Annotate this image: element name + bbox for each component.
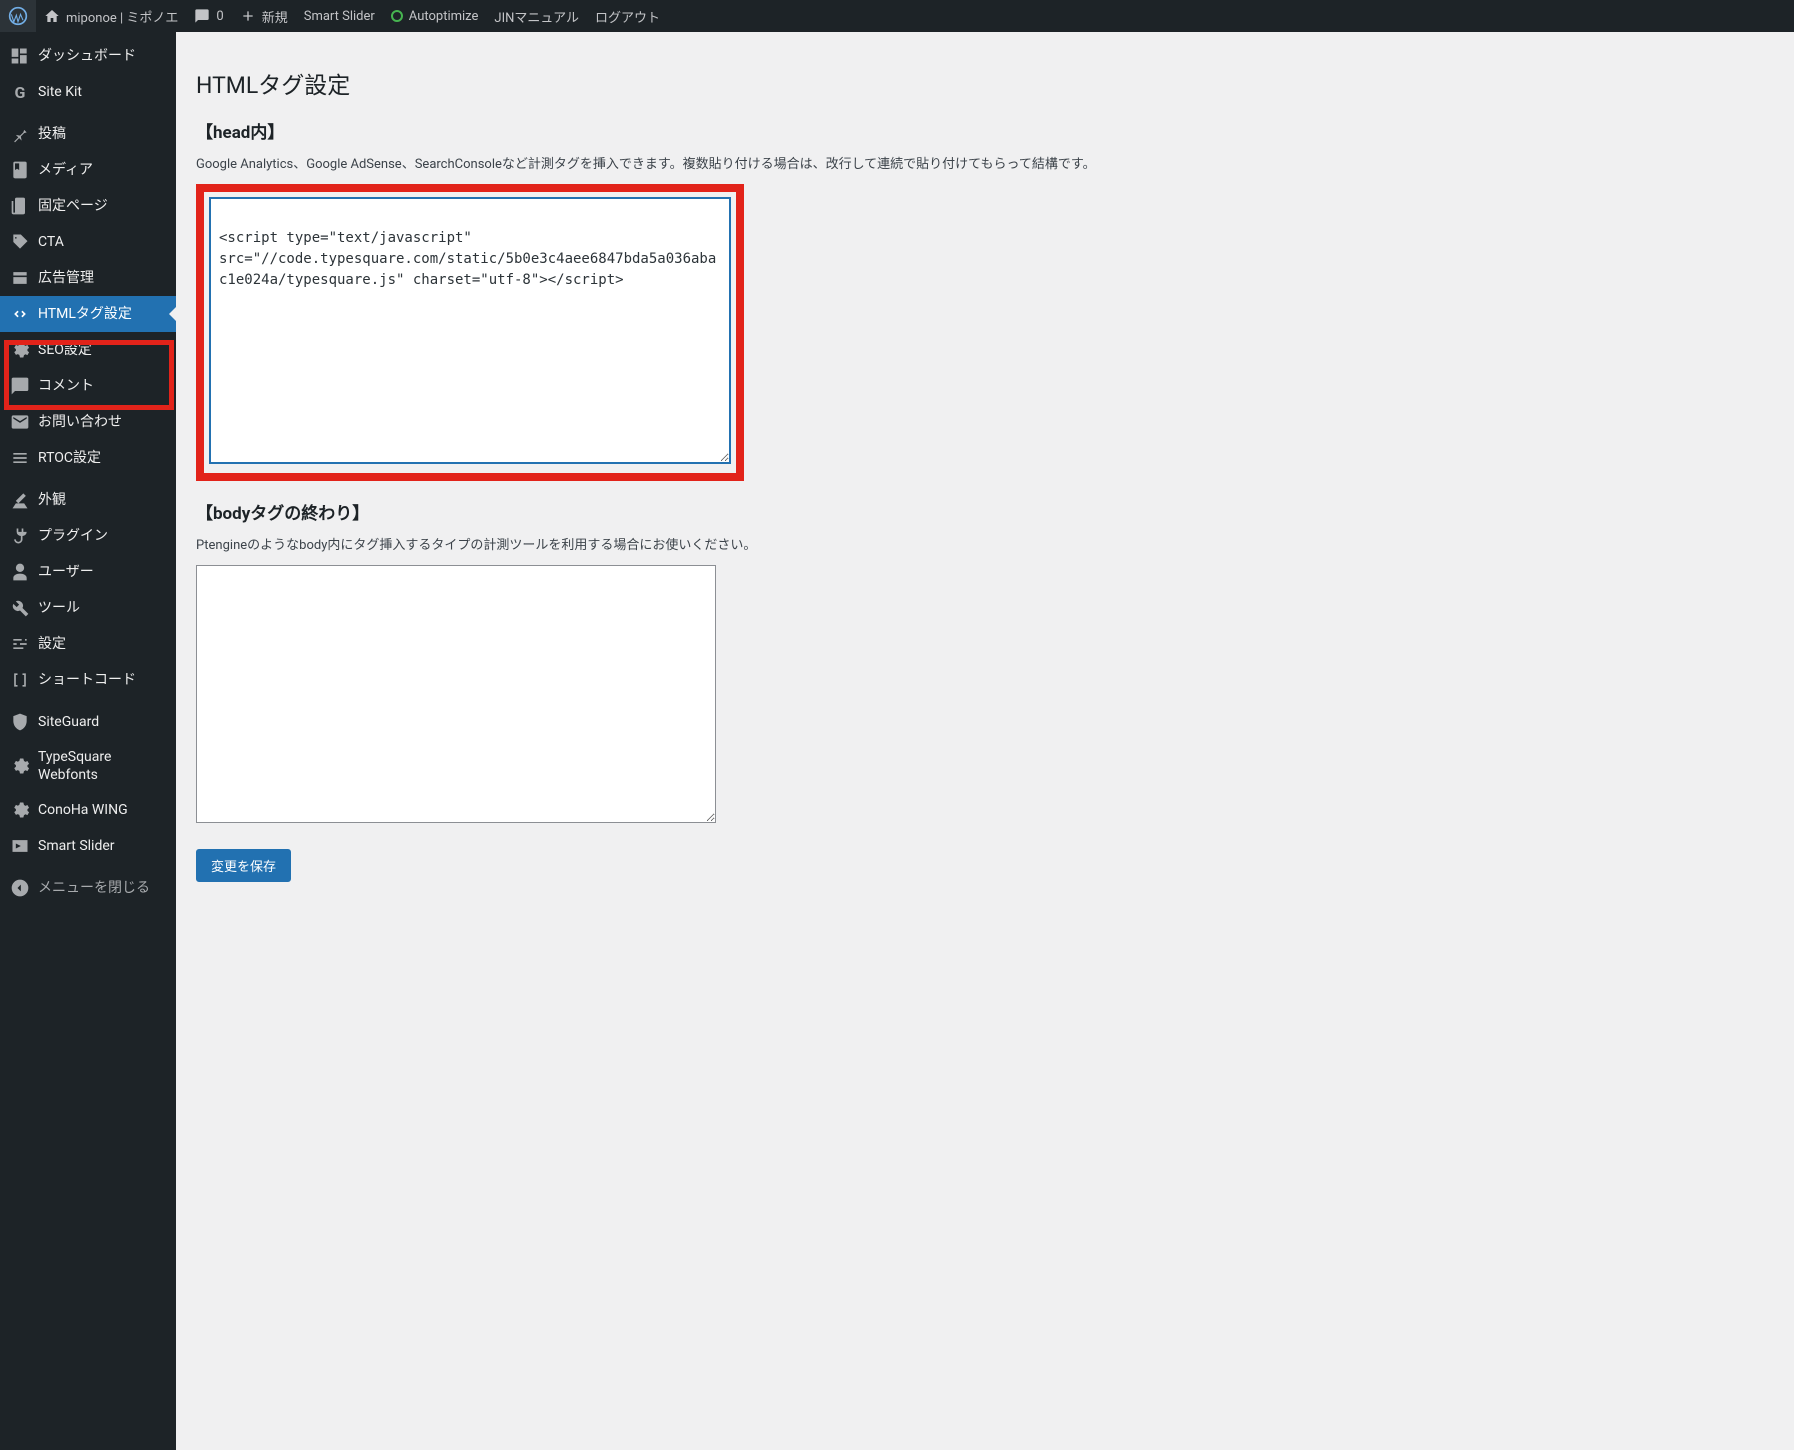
gear-icon (10, 800, 30, 820)
sidebar-item-collapse[interactable]: メニューを閉じる (0, 870, 176, 906)
body-section-desc: Ptengineのようなbody内にタグ挿入するタイプの計測ツールを利用する場合… (196, 534, 1774, 553)
sidebar-item-label: Site Kit (38, 83, 168, 101)
user-icon (10, 562, 30, 582)
sidebar-item-label: メニューを閉じる (38, 879, 168, 897)
site-name: miponoe | ミポノエ (66, 7, 178, 26)
admin-bar: miponoe | ミポノエ 0 新規 Smart Slider Autopti… (0, 0, 1794, 32)
sidebar-item-label: CTA (38, 233, 168, 251)
sidebar-item-label: ツール (38, 599, 168, 617)
collapse-icon (10, 878, 30, 898)
sidebar-item-smartslider[interactable]: Smart Slider (0, 828, 176, 864)
sidebar-item-label: 固定ページ (38, 197, 168, 215)
adminbar-jin-manual[interactable]: JINマニュアル (486, 0, 587, 32)
new-label: 新規 (262, 7, 288, 26)
sidebar-item-media[interactable]: メディア (0, 152, 176, 188)
gear-icon (10, 340, 30, 360)
shield-icon (10, 712, 30, 732)
sidebar-item-label: 外観 (38, 491, 168, 509)
head-textarea[interactable] (210, 198, 730, 463)
brackets-icon (10, 670, 30, 690)
sidebar-item-dashboard[interactable]: ダッシュボード (0, 38, 176, 74)
adminbar-logout[interactable]: ログアウト (587, 0, 668, 32)
tag-icon (10, 232, 30, 252)
highlight-head-textarea (196, 184, 744, 481)
sidebar-item-pin[interactable]: 投稿 (0, 116, 176, 152)
sidebar-item-label: プラグイン (38, 527, 168, 545)
sidebar-item-comment[interactable]: コメント (0, 368, 176, 404)
sidebar-item-label: ConoHa WING (38, 801, 168, 819)
pages-icon (10, 196, 30, 216)
comment-count: 0 (216, 9, 223, 24)
sidebar-item-mail[interactable]: お問い合わせ (0, 404, 176, 440)
head-section-desc: Google Analytics、Google AdSense、SearchCo… (196, 153, 1774, 172)
dashboard-icon (10, 46, 30, 66)
sidebar-item-gear[interactable]: ConoHa WING (0, 792, 176, 828)
home-icon (44, 8, 60, 24)
sidebar-item-label: コメント (38, 377, 168, 395)
sidebar-item-label: ショートコード (38, 671, 168, 689)
page-title: HTMLタグ設定 (196, 66, 1774, 100)
gear-icon (10, 756, 30, 776)
media-icon (10, 160, 30, 180)
sidebar-item-label: SEO設定 (38, 341, 168, 359)
sidebar-item-shield[interactable]: SiteGuard (0, 704, 176, 740)
smartslider-icon (10, 836, 30, 856)
sidebar-item-label: TypeSquare Webfonts (38, 748, 168, 784)
g-icon: G (10, 82, 30, 102)
admin-sidebar: ダッシュボード G Site Kit 投稿メディア固定ページ CTA 広告管理 HTMLタグ… (0, 32, 176, 1450)
site-name-link[interactable]: miponoe | ミポノエ (36, 0, 186, 32)
sidebar-item-tag[interactable]: CTA (0, 224, 176, 260)
content-area: HTMLタグ設定 【head内】 Google Analytics、Google… (176, 32, 1794, 902)
autoptimize-icon (391, 10, 403, 22)
sidebar-item-list[interactable]: RTOC設定 (0, 440, 176, 476)
sidebar-item-card[interactable]: 広告管理 (0, 260, 176, 296)
sidebar-item-label: お問い合わせ (38, 413, 168, 431)
sidebar-item-wrench[interactable]: ツール (0, 590, 176, 626)
sidebar-item-sliders[interactable]: 設定 (0, 626, 176, 662)
head-section-title: 【head内】 (196, 118, 1774, 143)
sidebar-item-label: 投稿 (38, 125, 168, 143)
adminbar-smart-slider[interactable]: Smart Slider (296, 0, 383, 32)
sidebar-item-user[interactable]: ユーザー (0, 554, 176, 590)
sidebar-item-label: SiteGuard (38, 713, 168, 731)
new-content-link[interactable]: 新規 (232, 0, 296, 32)
sidebar-item-plug[interactable]: プラグイン (0, 518, 176, 554)
pin-icon (10, 124, 30, 144)
sliders-icon (10, 634, 30, 654)
code-icon (10, 304, 30, 324)
body-textarea[interactable] (196, 565, 716, 823)
sidebar-item-label: ダッシュボード (38, 47, 168, 65)
sidebar-item-gear[interactable]: TypeSquare Webfonts (0, 740, 176, 792)
plus-icon (240, 8, 256, 24)
sidebar-item-g[interactable]: G Site Kit (0, 74, 176, 110)
sidebar-item-label: Smart Slider (38, 837, 168, 855)
comment-icon (10, 376, 30, 396)
save-button[interactable]: 変更を保存 (196, 849, 291, 882)
plug-icon (10, 526, 30, 546)
sidebar-item-label: メディア (38, 161, 168, 179)
comment-icon (194, 8, 210, 24)
list-icon (10, 448, 30, 468)
sidebar-item-label: RTOC設定 (38, 449, 168, 467)
brush-icon (10, 490, 30, 510)
wp-logo[interactable] (0, 0, 36, 32)
sidebar-item-label: HTMLタグ設定 (38, 305, 168, 323)
sidebar-item-label: 設定 (38, 635, 168, 653)
comments-link[interactable]: 0 (186, 0, 231, 32)
body-section-title: 【bodyタグの終わり】 (196, 499, 1774, 524)
card-icon (10, 268, 30, 288)
sidebar-item-gear[interactable]: SEO設定 (0, 332, 176, 368)
sidebar-item-label: ユーザー (38, 563, 168, 581)
adminbar-autoptimize[interactable]: Autoptimize (383, 0, 487, 32)
sidebar-item-brackets[interactable]: ショートコード (0, 662, 176, 698)
wrench-icon (10, 598, 30, 618)
sidebar-item-pages[interactable]: 固定ページ (0, 188, 176, 224)
sidebar-item-label: 広告管理 (38, 269, 168, 287)
mail-icon (10, 412, 30, 432)
sidebar-item-brush[interactable]: 外観 (0, 482, 176, 518)
sidebar-item-code[interactable]: HTMLタグ設定 (0, 296, 176, 332)
